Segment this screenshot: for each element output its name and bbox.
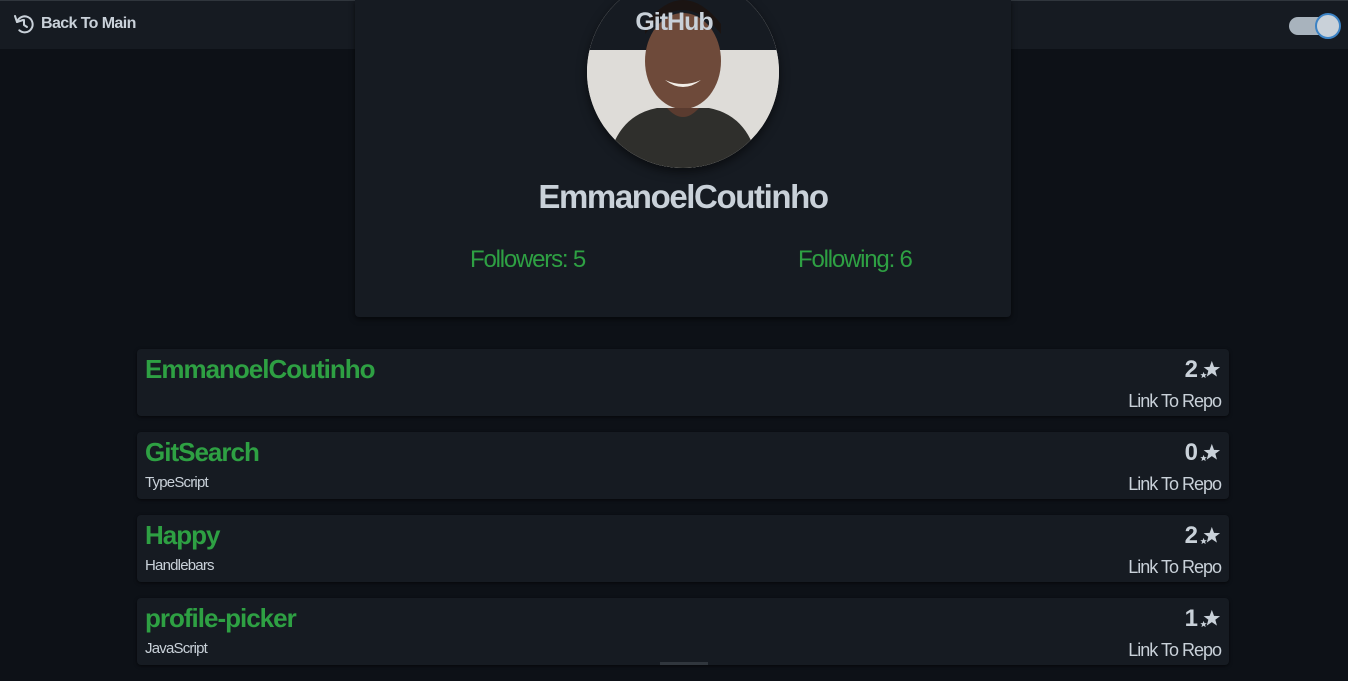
repo-star-count: 2 <box>1184 356 1198 383</box>
repo-card: EmmanoelCoutinho 2 Link To Repo <box>137 349 1229 416</box>
stars-icon <box>1200 443 1221 462</box>
stars-icon <box>1200 526 1221 545</box>
link-to-repo[interactable]: Link To Repo <box>1128 474 1222 495</box>
link-to-repo[interactable]: Link To Repo <box>1128 391 1222 412</box>
repo-stars: 1 <box>1185 605 1221 633</box>
followers-count: Followers: 5 <box>470 246 586 273</box>
undo-icon <box>14 15 34 34</box>
link-to-repo[interactable]: Link To Repo <box>1128 640 1222 661</box>
repo-language: JavaScript <box>145 640 208 657</box>
repo-stars: 2 <box>1185 356 1221 384</box>
profile-card: EmmanoelCoutinho Followers: 5 Following:… <box>355 0 1011 317</box>
back-to-main-link[interactable]: Back To Main <box>12 12 136 36</box>
repo-stars: 2 <box>1185 522 1221 550</box>
github-brand-title: GitHub <box>635 8 713 36</box>
stars-icon <box>1200 609 1221 628</box>
profile-username: EmmanoelCoutinho <box>538 178 829 215</box>
theme-toggle[interactable] <box>1289 13 1343 39</box>
toggle-knob <box>1315 13 1341 39</box>
repo-language: TypeScript <box>145 474 209 491</box>
repo-name[interactable]: profile-picker <box>145 603 297 634</box>
repo-card: profile-picker JavaScript 1 Link To Repo <box>137 598 1229 665</box>
repo-star-count: 1 <box>1184 605 1198 632</box>
back-to-main-label: Back To Main <box>41 15 136 32</box>
repo-list: EmmanoelCoutinho 2 Link To Repo GitSearc… <box>137 349 1229 681</box>
repo-card: GitSearch TypeScript 0 Link To Repo <box>137 432 1229 499</box>
following-count: Following: 6 <box>798 246 913 273</box>
repo-star-count: 0 <box>1184 439 1198 466</box>
stars-icon <box>1200 360 1221 379</box>
repo-name[interactable]: GitSearch <box>145 437 260 468</box>
repo-language: Handlebars <box>145 557 215 574</box>
repo-card: Happy Handlebars 2 Link To Repo <box>137 515 1229 582</box>
link-to-repo[interactable]: Link To Repo <box>1128 557 1222 578</box>
repo-name[interactable]: EmmanoelCoutinho <box>145 354 376 385</box>
repo-stars: 0 <box>1185 439 1221 467</box>
repo-star-count: 2 <box>1184 522 1198 549</box>
repo-name[interactable]: Happy <box>145 520 220 551</box>
